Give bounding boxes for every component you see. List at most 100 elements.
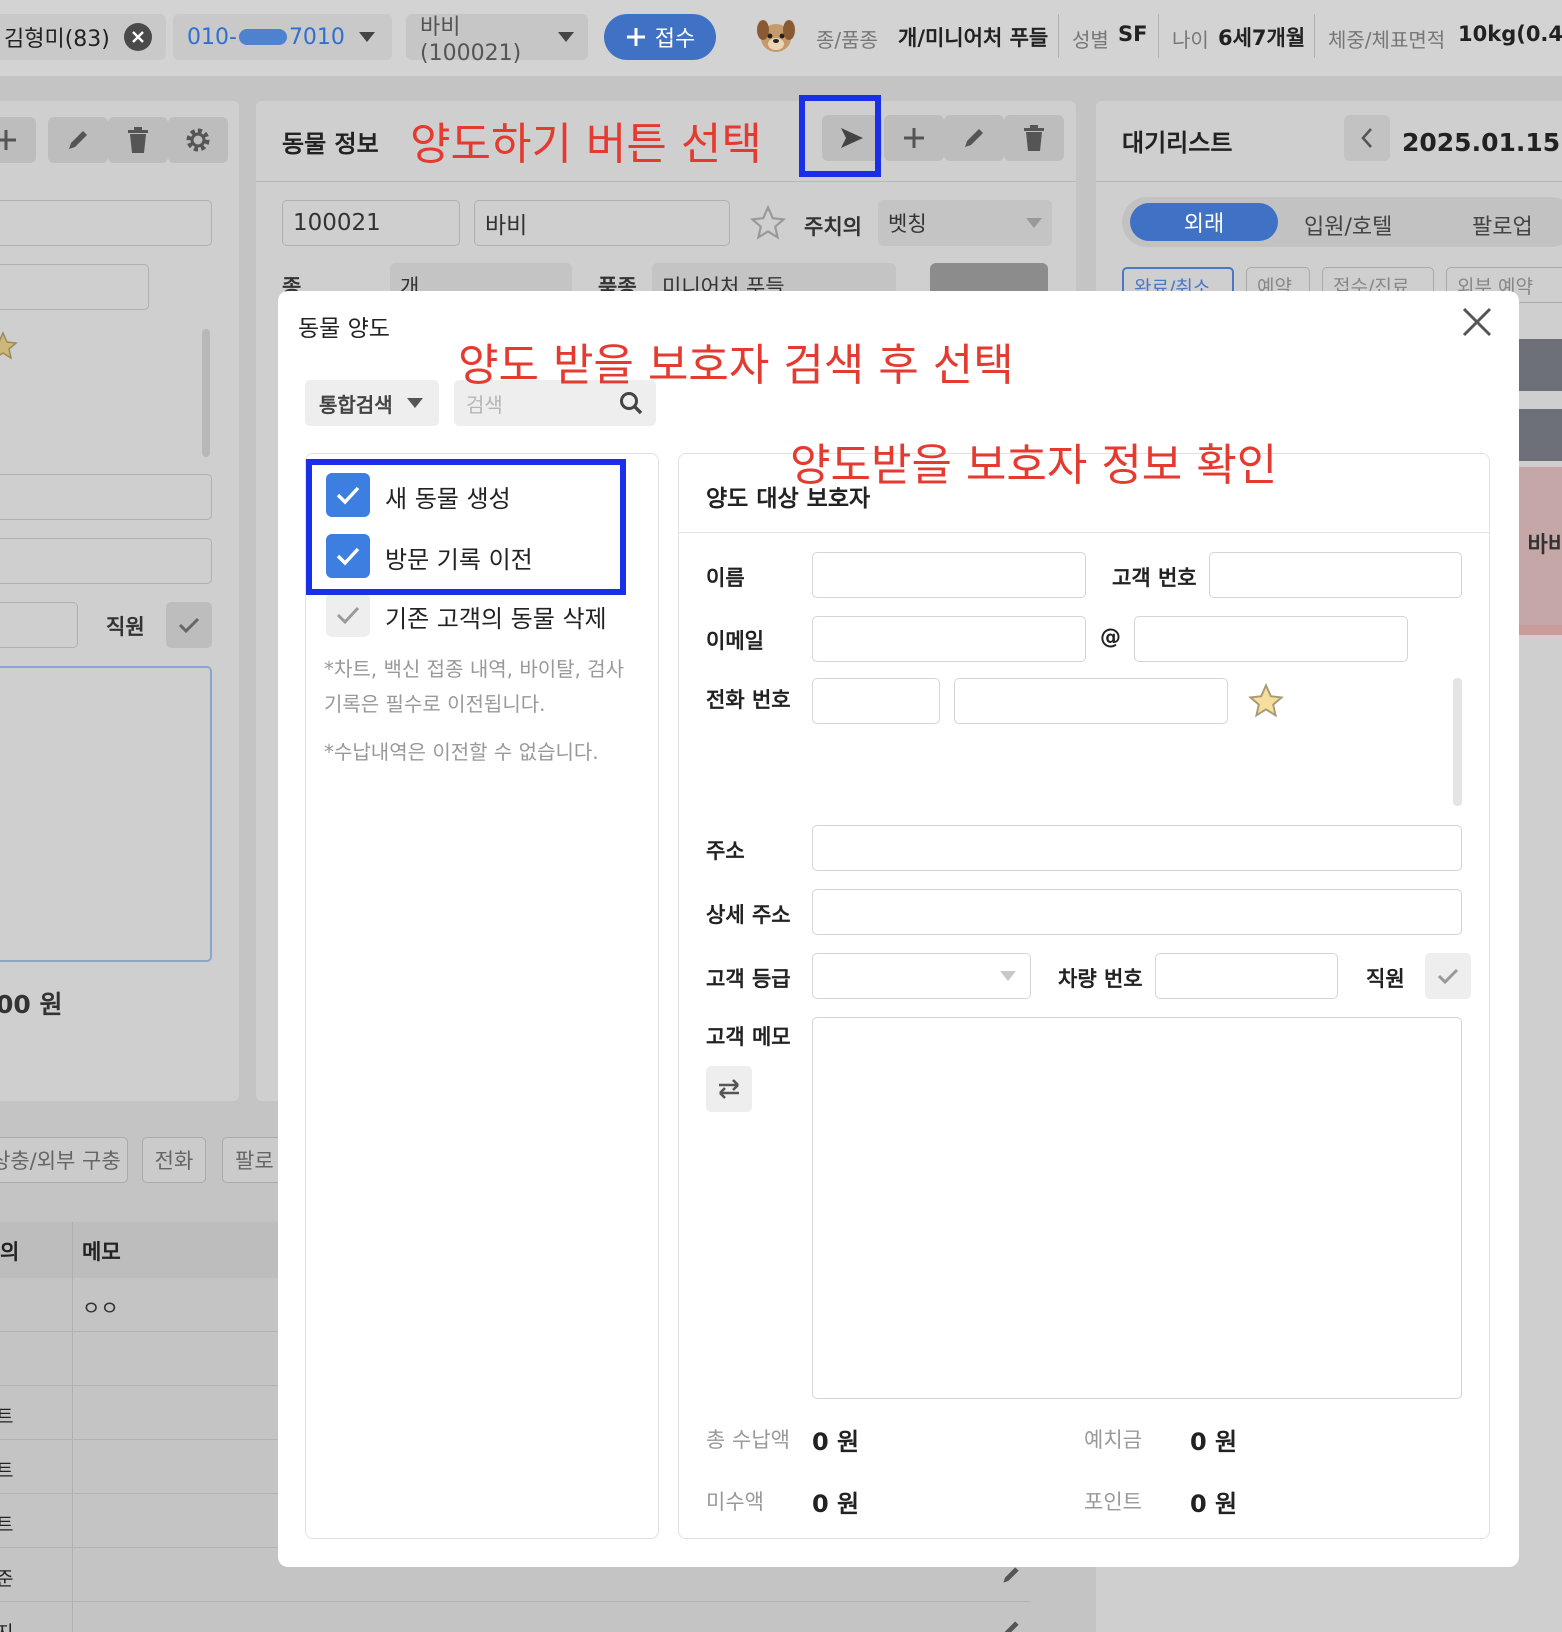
row-cell: 트 bbox=[0, 1460, 14, 1482]
tab-inpatient[interactable]: 입원/호텔 bbox=[1304, 209, 1392, 241]
email-id-input[interactable] bbox=[812, 616, 1086, 662]
divider bbox=[256, 181, 1076, 182]
sex-label: 성별 bbox=[1072, 28, 1109, 52]
edit-icon[interactable] bbox=[48, 117, 108, 163]
memo-textarea[interactable] bbox=[812, 1017, 1462, 1399]
phone-suffix: 7010 bbox=[288, 24, 345, 50]
memo-area[interactable] bbox=[0, 666, 212, 962]
total-paid-label: 총 수납액 bbox=[706, 1428, 790, 1452]
customer-no-label: 고객 번호 bbox=[1112, 566, 1197, 590]
customer-field[interactable] bbox=[0, 200, 212, 246]
animal-id: 100021 bbox=[293, 210, 381, 236]
address-detail-input[interactable] bbox=[812, 889, 1462, 935]
col-header-memo: 메모 bbox=[82, 1240, 121, 1264]
edit-icon[interactable] bbox=[1000, 1564, 1022, 1586]
weight-value: 10kg(0.46 bbox=[1458, 22, 1562, 46]
records-tab-label: 상충/외부 구충 bbox=[0, 1149, 121, 1173]
trash-icon[interactable] bbox=[1004, 115, 1064, 161]
phone-number-input[interactable] bbox=[954, 678, 1228, 724]
note-line: 기록은 필수로 이전됩니다. bbox=[324, 692, 546, 716]
customer-field[interactable] bbox=[0, 538, 212, 584]
records-tab[interactable]: 전화 bbox=[142, 1137, 206, 1183]
chevron-down-icon bbox=[558, 32, 574, 42]
receive-label: 접수 bbox=[654, 27, 696, 52]
staff-label: 직원 bbox=[1366, 967, 1405, 991]
customer-panel: 직원 00 원 bbox=[0, 101, 239, 1101]
waitlist-entry-name: 바비 bbox=[1527, 533, 1562, 558]
edit-icon[interactable] bbox=[1000, 1618, 1022, 1632]
star-icon[interactable] bbox=[0, 331, 18, 365]
owner-chip[interactable]: 김형미(83) bbox=[0, 14, 166, 60]
scrollbar[interactable] bbox=[1453, 678, 1462, 806]
prev-date-button[interactable] bbox=[1344, 115, 1390, 161]
animal-name-field[interactable]: 바비 bbox=[474, 200, 730, 246]
table-row[interactable]: 지 bbox=[0, 1602, 1030, 1632]
annotation-confirm: 양도받을 보호자 정보 확인 bbox=[790, 440, 1278, 491]
records-tab-label: 팔로 bbox=[235, 1149, 274, 1173]
search-type-value: 통합검색 bbox=[319, 392, 393, 417]
edit-icon[interactable] bbox=[944, 115, 1004, 161]
name-input[interactable] bbox=[812, 552, 1086, 598]
email-domain-input[interactable] bbox=[1134, 616, 1408, 662]
phone-label: 전화 번호 bbox=[706, 688, 791, 712]
staff-check-button[interactable] bbox=[166, 602, 212, 648]
chevron-down-icon bbox=[358, 32, 375, 42]
unpaid-label: 미수액 bbox=[706, 1490, 764, 1514]
car-no-input[interactable] bbox=[1155, 953, 1338, 999]
search-type-select[interactable]: 통합검색 bbox=[305, 380, 439, 426]
top-bar: 김형미(83) 010- 7010 바비(100021) 접수 종/품종 개/미… bbox=[0, 0, 1562, 76]
phone-select[interactable]: 010- 7010 bbox=[173, 14, 392, 60]
vet-select[interactable]: 벳칭 bbox=[878, 200, 1052, 246]
memo-label: 고객 메모 bbox=[706, 1025, 791, 1049]
dog-icon bbox=[754, 14, 798, 58]
transfer-modal: 동물 양도 통합검색 검색 새 동물 생성 방문 기록 이전 기존 고객의 동물… bbox=[278, 291, 1519, 1567]
close-icon[interactable] bbox=[123, 23, 152, 51]
deposit-label: 예치금 bbox=[1084, 1428, 1142, 1452]
check-icon bbox=[1437, 968, 1459, 985]
favorite-star-icon[interactable] bbox=[749, 204, 787, 245]
customer-field[interactable] bbox=[0, 602, 78, 648]
check-icon bbox=[178, 617, 200, 634]
search-icon[interactable] bbox=[618, 390, 644, 416]
add-animal-icon[interactable] bbox=[884, 115, 944, 161]
tab-followup[interactable]: 팔로업 bbox=[1472, 209, 1533, 241]
address-detail-label: 상세 주소 bbox=[706, 903, 791, 927]
customer-field[interactable] bbox=[0, 474, 212, 520]
swap-icon bbox=[719, 1079, 739, 1099]
phone-prefix-input[interactable] bbox=[812, 678, 940, 724]
payment-note: *수납내역은 이전할 수 없습니다. bbox=[324, 740, 599, 764]
unpaid-value: 0 원 bbox=[812, 1490, 860, 1518]
col-header: 의 bbox=[0, 1240, 20, 1264]
phone-masked bbox=[238, 29, 287, 45]
swap-button[interactable] bbox=[706, 1066, 752, 1112]
transfer-note: *차트, 백신 접종 내역, 바이탈, 검사 기록은 필수로 이전됩니다. bbox=[324, 652, 654, 722]
point-value: 0 원 bbox=[1190, 1490, 1238, 1518]
pet-select-value: 바비(100021) bbox=[420, 14, 522, 66]
option-checkbox-delete-animal[interactable] bbox=[326, 593, 370, 637]
receive-button[interactable]: 접수 bbox=[604, 14, 716, 60]
grade-select[interactable] bbox=[812, 953, 1031, 999]
add-icon[interactable] bbox=[0, 117, 36, 163]
favorite-star-icon[interactable] bbox=[1248, 683, 1284, 723]
gear-icon[interactable] bbox=[168, 117, 228, 163]
divider bbox=[1096, 181, 1562, 182]
address-input[interactable] bbox=[812, 825, 1462, 871]
records-tab[interactable]: 상충/외부 구충 bbox=[0, 1137, 128, 1183]
staff-check-button[interactable] bbox=[1425, 953, 1471, 999]
customer-no-input[interactable] bbox=[1209, 552, 1462, 598]
age-label: 나이 bbox=[1172, 28, 1209, 52]
tab-outpatient[interactable]: 외래 bbox=[1130, 203, 1278, 241]
staff-label: 직원 bbox=[106, 615, 145, 639]
name-label: 이름 bbox=[706, 566, 745, 590]
row-cell: 트 bbox=[0, 1406, 14, 1428]
customer-field[interactable] bbox=[0, 264, 149, 310]
memo-cell: ㅇㅇ bbox=[82, 1296, 119, 1320]
animal-id-field[interactable]: 100021 bbox=[282, 200, 460, 246]
pet-select[interactable]: 바비(100021) bbox=[406, 14, 588, 66]
animal-info-title: 동물 정보 bbox=[282, 130, 379, 158]
scrollbar[interactable] bbox=[202, 329, 210, 457]
close-icon[interactable] bbox=[1460, 305, 1494, 343]
divider bbox=[678, 532, 1490, 533]
trash-icon[interactable] bbox=[108, 117, 168, 163]
email-label: 이메일 bbox=[706, 629, 764, 653]
